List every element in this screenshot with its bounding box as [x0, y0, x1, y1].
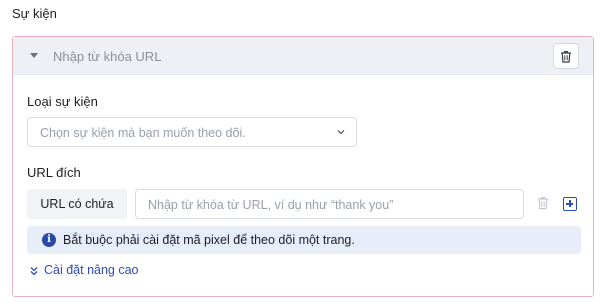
info-message: Bắt buộc phải cài đặt mã pixel để theo d… — [63, 233, 355, 247]
advanced-settings-link[interactable]: Cài đặt nâng cao — [44, 263, 139, 277]
double-chevron-down-icon[interactable] — [29, 266, 39, 276]
info-banner: i Bắt buộc phải cài đặt mã pixel để theo… — [27, 226, 581, 254]
plus-square-icon[interactable] — [563, 197, 577, 211]
event-type-select[interactable]: Chọn sự kiện mà bạn muốn theo dõi. — [27, 117, 357, 147]
info-icon: i — [42, 233, 56, 247]
url-condition-label: URL có chứa — [27, 189, 127, 219]
delete-card-button[interactable] — [553, 43, 579, 69]
event-type-placeholder: Chọn sự kiện mà bạn muốn theo dõi. — [40, 126, 246, 140]
card-header[interactable]: Nhập từ khóa URL — [13, 37, 593, 75]
trash-icon — [561, 50, 571, 63]
event-card: Nhập từ khóa URL Loại sự kiện Chọn sự ki… — [12, 36, 594, 297]
url-keyword-placeholder: Nhập từ khóa từ URL, ví dụ như “thank yo… — [148, 198, 394, 212]
trash-icon[interactable] — [537, 196, 549, 210]
chevron-down-icon — [337, 130, 345, 135]
caret-down-icon[interactable] — [30, 53, 38, 58]
event-type-label: Loại sự kiện — [27, 94, 98, 109]
url-keyword-input[interactable]: Nhập từ khóa từ URL, ví dụ như “thank yo… — [135, 189, 524, 219]
destination-url-label: URL đích — [27, 165, 81, 180]
url-rule-row: URL có chứa Nhập từ khóa từ URL, ví dụ n… — [27, 189, 581, 219]
card-header-title: Nhập từ khóa URL — [53, 49, 162, 64]
section-title: Sự kiện — [12, 6, 57, 21]
